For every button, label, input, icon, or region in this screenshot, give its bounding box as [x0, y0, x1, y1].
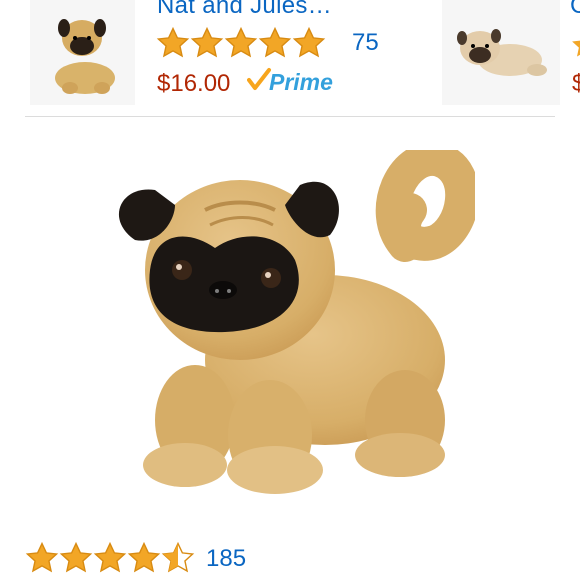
star-rating[interactable] [156, 26, 326, 60]
rating-count-link[interactable]: 185 [206, 545, 246, 573]
star-icon [93, 541, 127, 573]
product-price: $16.00 [157, 70, 231, 97]
rating-count-link[interactable]: 75 [352, 29, 379, 57]
star-half-icon [161, 541, 195, 573]
next-product-title-fragment[interactable]: C [570, 0, 580, 20]
star-icon [572, 40, 580, 57]
product-thumbnail[interactable] [30, 0, 135, 105]
prime-label: Prime [269, 69, 333, 95]
star-icon [25, 541, 59, 573]
star-icon [224, 26, 258, 58]
star-icon [190, 26, 224, 58]
star-icon [59, 541, 93, 573]
prime-badge-icon: Prime [247, 68, 333, 95]
star-icon [292, 26, 326, 58]
star-rating[interactable] [25, 541, 195, 575]
star-icon [127, 541, 161, 573]
star-icon [156, 26, 190, 58]
divider [25, 116, 555, 117]
star-icon [258, 26, 292, 58]
recommended-product-card[interactable]: Nat and Jules… C 75 $16.00 Prime $ [0, 0, 580, 112]
product-thumbnail[interactable] [442, 0, 560, 105]
product-image[interactable] [105, 142, 480, 500]
product-title-link[interactable]: Nat and Jules… [157, 0, 332, 20]
next-product-price-fragment: $ [572, 70, 580, 97]
